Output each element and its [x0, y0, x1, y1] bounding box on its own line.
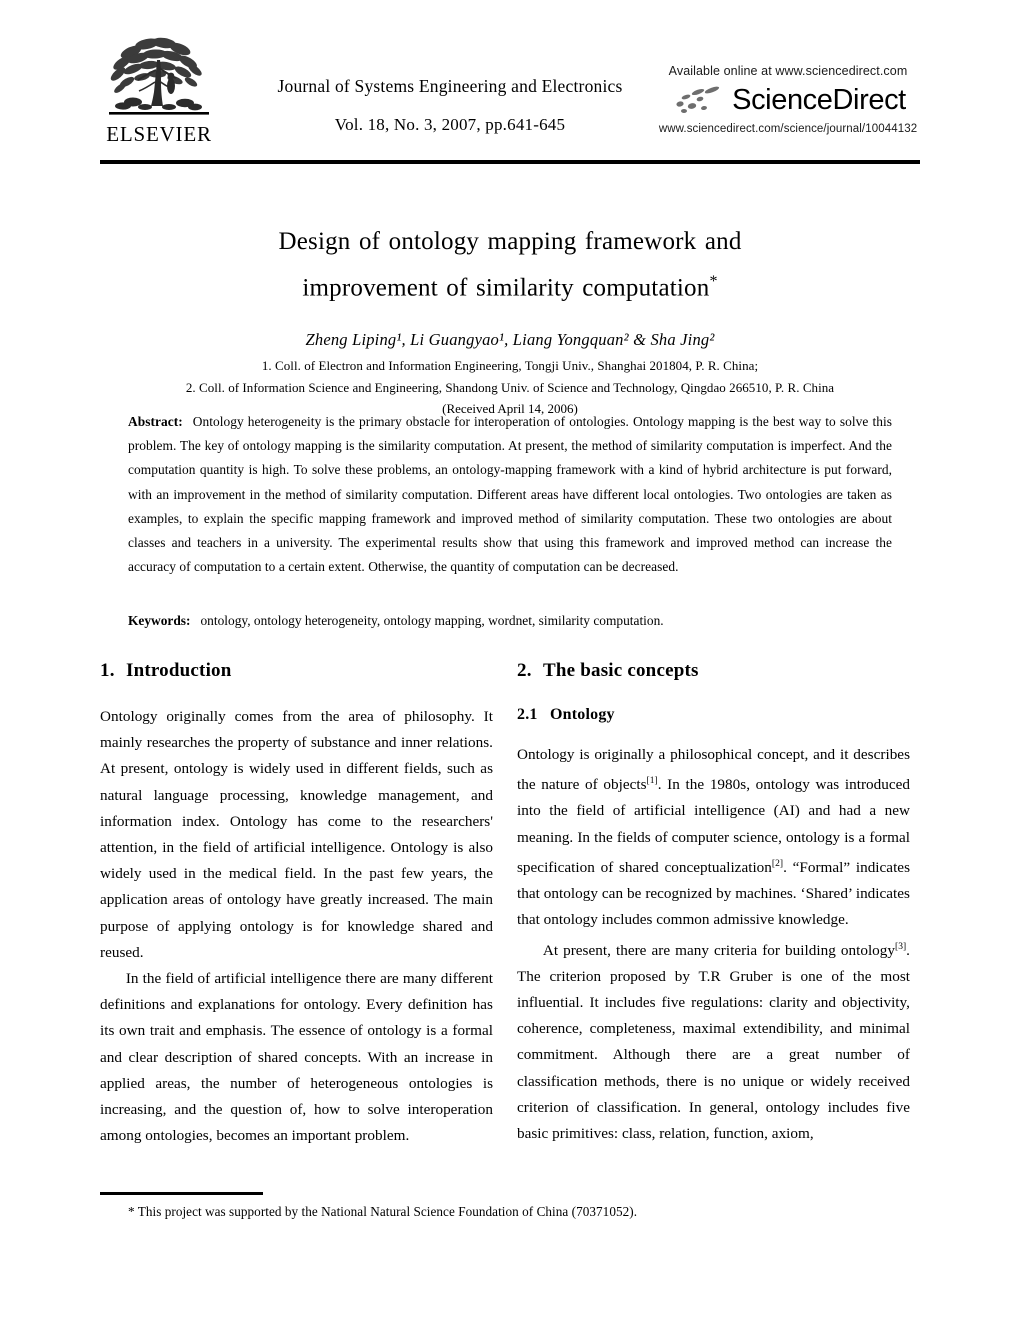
elsevier-wordmark: ELSEVIER: [106, 122, 212, 146]
citation-ref-3[interactable]: [3]: [895, 942, 906, 952]
subsection-title-2-1: Ontology: [550, 706, 615, 723]
ontology-paragraph-2: At present, there are many criteria for …: [517, 934, 910, 1148]
author-list: Zheng Liping¹, Li Guangyao¹, Liang Yongq…: [305, 330, 715, 350]
citation-ref-1[interactable]: [1]: [647, 776, 658, 786]
journal-info: Journal of Systems Engineering and Elect…: [250, 76, 650, 135]
sciencedirect-wordmark: ScienceDirect: [732, 83, 906, 116]
subsection-number-2-1: 2.1: [517, 706, 538, 723]
sciencedirect-banner: Available online at www.sciencedirect.co…: [652, 64, 924, 135]
sciencedirect-url[interactable]: www.sciencedirect.com/science/journal/10…: [652, 123, 924, 135]
abstract-paragraph: Abstract: Ontology heterogeneity is the p…: [128, 410, 892, 579]
title-block: Design of ontology mapping framework and…: [100, 222, 920, 417]
affiliation-1: 1. Coll. of Electron and Information Eng…: [261, 358, 759, 374]
journal-volume-pages: Vol. 18, No. 3, 2007, pp.641-645: [334, 115, 566, 134]
sciencedirect-swoosh-icon: [676, 86, 720, 113]
abstract-text: Ontology heterogeneity is the primary ob…: [128, 414, 892, 575]
article-page: ELSEVIER Journal of Systems Engineering …: [0, 0, 1020, 1320]
intro-paragraph-2: In the field of artificial intelligence …: [100, 970, 493, 1145]
ontology-paragraph-1: Ontology is originally a philosophical c…: [517, 742, 910, 934]
section-number-1: 1.: [100, 660, 115, 681]
keywords-label: Keywords:: [128, 613, 191, 628]
keywords-block: Keywords: ontology, ontology heterogeneit…: [128, 610, 892, 632]
article-title: Design of ontology mapping framework and…: [100, 222, 920, 308]
article-title-line1: Design of ontology mapping framework and: [278, 228, 742, 255]
intro-paragraph-1: Ontology originally comes from the area …: [100, 708, 493, 961]
footnote-divider: [100, 1192, 263, 1195]
section-number-2: 2.: [517, 660, 532, 681]
footnote: * This project was supported by the Nati…: [128, 1204, 638, 1219]
citation-ref-2[interactable]: [2]: [772, 859, 783, 869]
article-title-line2: improvement of similarity computation: [302, 274, 710, 302]
elsevier-logo: ELSEVIER: [100, 30, 218, 145]
column-left: 1. Introduction Ontology originally comes…: [100, 660, 493, 1149]
column-right: 2. The basic concepts 2.1 Ontology Ontolog…: [517, 660, 910, 1147]
abstract-block: Abstract: Ontology heterogeneity is the p…: [128, 410, 892, 579]
affiliation-2: 2. Coll. of Information Science and Engi…: [185, 380, 835, 396]
section-title-1: Introduction: [126, 660, 232, 681]
abstract-label: Abstract:: [128, 414, 183, 429]
section-title-2: The basic concepts: [543, 660, 699, 681]
masthead: ELSEVIER Journal of Systems Engineering …: [100, 28, 920, 156]
section-heading-basic-concepts: 2. The basic concepts: [517, 660, 910, 682]
title-footnote-marker: *: [709, 273, 718, 290]
subsection-heading-ontology: 2.1 Ontology: [517, 706, 910, 724]
keywords-text: ontology, ontology heterogeneity, ontolo…: [200, 613, 664, 628]
elsevier-tree-icon: [109, 37, 209, 115]
ontology-p2-part-a: At present, there are many criteria for …: [542, 941, 896, 959]
available-online-text: Available online at www.sciencedirect.co…: [668, 64, 908, 78]
section-heading-introduction: 1. Introduction: [100, 660, 493, 682]
journal-name: Journal of Systems Engineering and Elect…: [277, 76, 623, 96]
ontology-p2-part-b: . The criterion proposed by T.R Gruber i…: [517, 941, 910, 1143]
masthead-divider: [100, 160, 920, 164]
